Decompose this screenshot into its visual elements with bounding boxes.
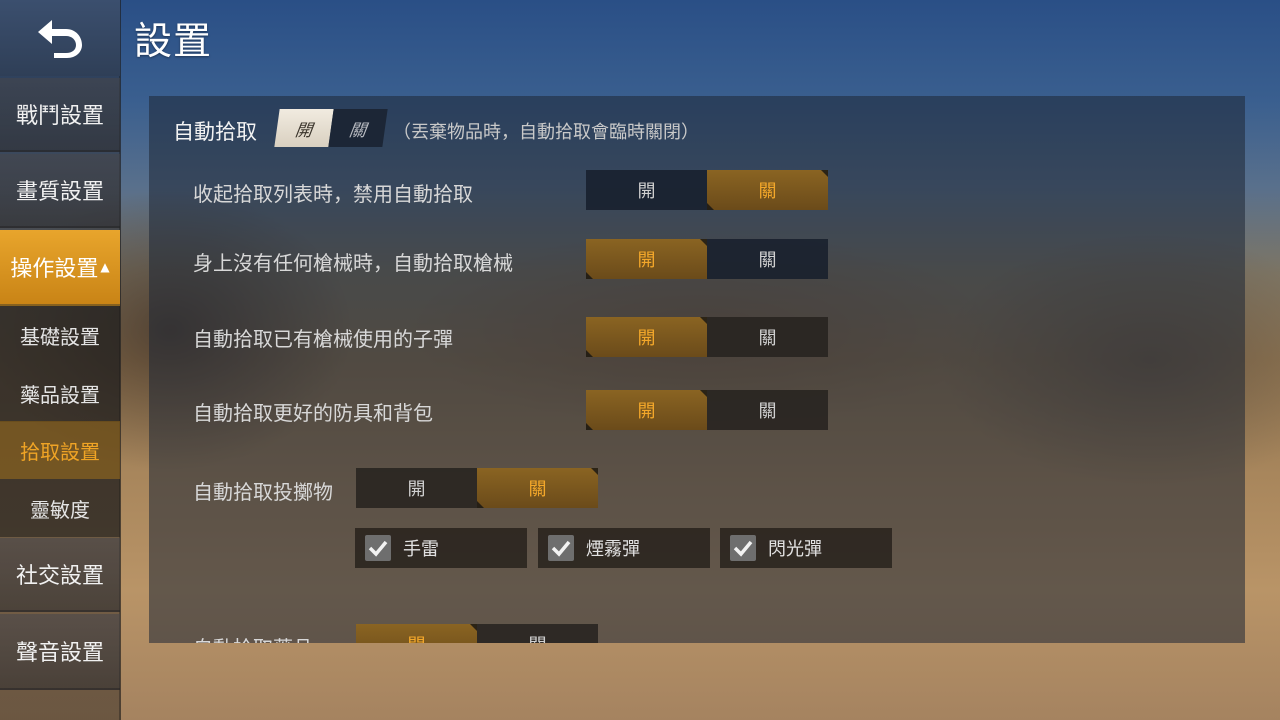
throwable-flash-checkbox[interactable]: 閃光彈	[720, 528, 892, 568]
toggle-on-option[interactable]: 開	[586, 170, 707, 210]
throwable-smoke-checkbox[interactable]: 煙霧彈	[538, 528, 710, 568]
setting-toggle[interactable]: 開 關	[586, 239, 828, 279]
sub-item-label: 靈敏度	[30, 497, 90, 522]
sub-item-label: 藥品設置	[20, 382, 100, 407]
auto-pickup-toggle[interactable]: 開 關	[274, 109, 388, 147]
setting-toggle[interactable]: 開 關	[356, 624, 598, 643]
sub-item-medicine[interactable]: 藥品設置	[0, 364, 120, 422]
sidebar-item-combat[interactable]: 戰鬥設置	[0, 78, 120, 152]
back-arrow-icon	[34, 14, 86, 62]
setting-toggle[interactable]: 開 關	[586, 317, 828, 357]
setting-label: 自動拾取藥品	[193, 632, 313, 643]
pickup-settings-panel: 自動拾取 開 關 （丟棄物品時，自動拾取會臨時關閉） 收起拾取列表時，禁用自動拾…	[149, 96, 1245, 643]
sub-item-pickup[interactable]: 拾取設置	[0, 421, 120, 479]
toggle-on-option[interactable]: 開	[586, 317, 707, 357]
sidebar-item-social[interactable]: 社交設置	[0, 538, 120, 612]
sidebar-item-label: 聲音設置	[15, 641, 104, 666]
toggle-off-option[interactable]: 關	[707, 317, 828, 357]
checkmark-icon	[730, 535, 756, 561]
auto-pickup-off-option[interactable]: 關	[328, 109, 388, 147]
sidebar-item-label: 戰鬥設置	[15, 104, 104, 129]
sidebar: 戰鬥設置 畫質設置 操作設置 ▲ 基礎設置 藥品設置 拾取設置 靈敏度 社交設置…	[0, 0, 121, 720]
checkmark-icon	[365, 535, 391, 561]
back-button[interactable]	[0, 0, 120, 76]
sub-item-sensitivity[interactable]: 靈敏度	[0, 479, 120, 537]
page-title: 設置	[134, 19, 213, 63]
auto-pickup-on-option[interactable]: 開	[274, 109, 334, 147]
sidebar-item-audio[interactable]: 聲音設置	[0, 614, 120, 690]
toggle-on-option[interactable]: 開	[586, 390, 707, 430]
sub-item-label: 基礎設置	[20, 324, 100, 349]
toggle-off-option[interactable]: 關	[707, 239, 828, 279]
setting-label: 身上沒有任何槍械時，自動拾取槍械	[193, 251, 513, 275]
setting-label: 自動拾取投擲物	[193, 480, 333, 504]
auto-pickup-hint: （丟棄物品時，自動拾取會臨時關閉）	[393, 122, 699, 143]
checkbox-label: 煙霧彈	[586, 539, 640, 560]
sidebar-item-graphics[interactable]: 畫質設置	[0, 154, 120, 228]
throwable-grenade-checkbox[interactable]: 手雷	[355, 528, 527, 568]
sub-item-basic[interactable]: 基礎設置	[0, 306, 120, 364]
sidebar-item-controls[interactable]: 操作設置 ▲	[0, 230, 120, 306]
sub-item-label: 拾取設置	[20, 439, 100, 464]
caret-up-icon: ▲	[100, 260, 110, 274]
checkmark-icon	[548, 535, 574, 561]
auto-pickup-label: 自動拾取	[173, 120, 257, 144]
setting-label: 收起拾取列表時，禁用自動拾取	[193, 182, 473, 206]
checkbox-label: 手雷	[403, 539, 439, 560]
toggle-off-option[interactable]: 關	[477, 468, 598, 508]
toggle-off-option[interactable]: 關	[707, 390, 828, 430]
toggle-off-option[interactable]: 關	[477, 624, 598, 643]
setting-toggle[interactable]: 開 關	[586, 390, 828, 430]
setting-label: 自動拾取已有槍械使用的子彈	[193, 327, 453, 351]
toggle-on-option[interactable]: 開	[586, 239, 707, 279]
setting-label: 自動拾取更好的防具和背包	[193, 401, 433, 425]
sidebar-item-label: 畫質設置	[15, 180, 104, 205]
sidebar-item-label: 操作設置	[10, 257, 99, 282]
checkbox-label: 閃光彈	[768, 539, 822, 560]
setting-toggle[interactable]: 開 關	[586, 170, 828, 210]
setting-toggle[interactable]: 開 關	[356, 468, 598, 508]
toggle-off-option[interactable]: 關	[707, 170, 828, 210]
toggle-on-option[interactable]: 開	[356, 624, 477, 643]
sidebar-item-label: 社交設置	[15, 564, 104, 589]
toggle-on-option[interactable]: 開	[356, 468, 477, 508]
